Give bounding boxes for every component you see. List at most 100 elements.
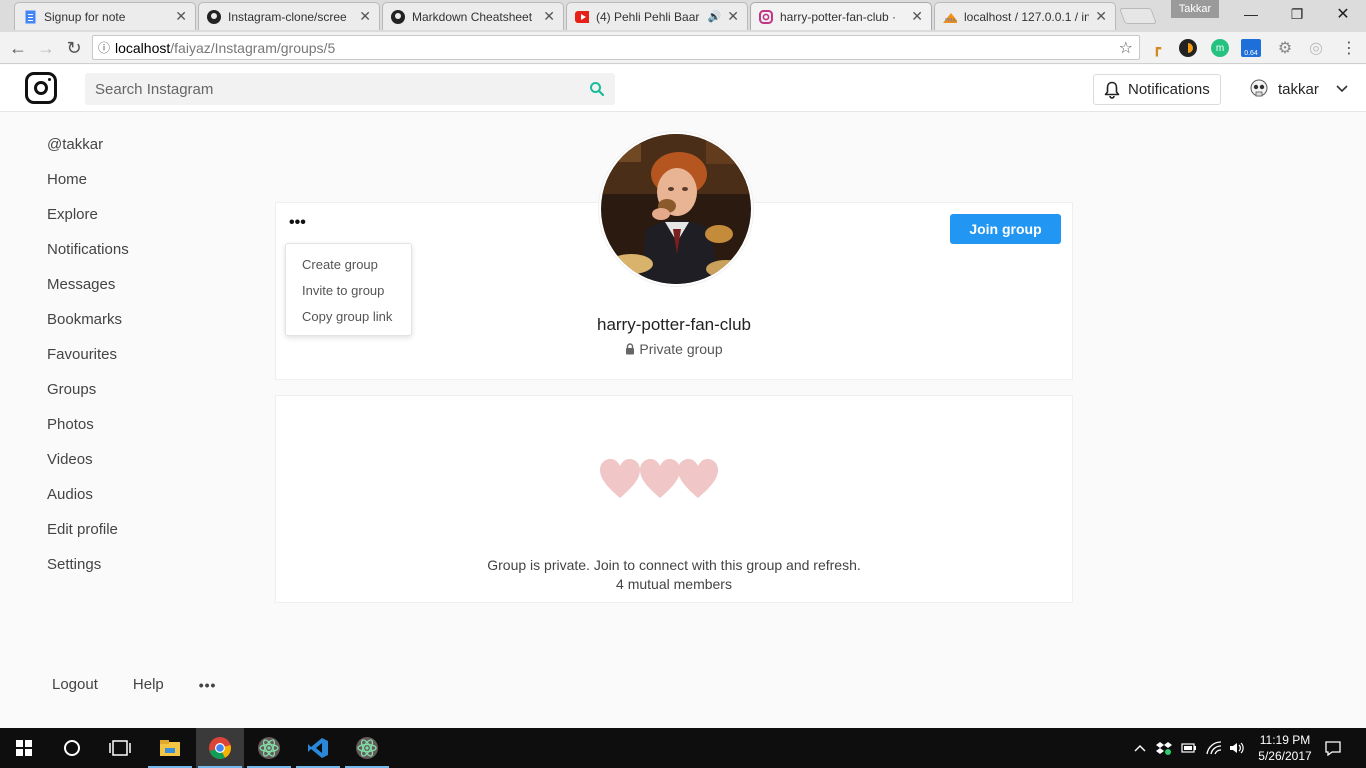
notifications-button[interactable]: Notifications: [1093, 74, 1221, 105]
chrome-icon[interactable]: [196, 728, 244, 768]
sidebar: @takkar Home Explore Notifications Messa…: [47, 135, 129, 590]
close-tab-icon[interactable]: ✕: [911, 8, 923, 25]
minimize-icon[interactable]: —: [1228, 0, 1274, 28]
mutual-members-count: 4 mutual members: [616, 576, 732, 592]
extension-circle-icon[interactable]: ◎: [1307, 39, 1325, 57]
battery-icon[interactable]: [1178, 728, 1200, 768]
sidebar-footer: Logout Help •••: [52, 676, 251, 693]
browser-tab-strip: Signup for note ✕ Instagram-clone/scree …: [0, 0, 1366, 32]
join-group-button[interactable]: Join group: [950, 214, 1061, 244]
browser-profile-button[interactable]: Takkar: [1171, 0, 1219, 18]
tab-title: Signup for note: [44, 9, 126, 24]
group-more-options-icon[interactable]: •••: [289, 215, 306, 231]
sidebar-item-favourites[interactable]: Favourites: [47, 345, 129, 380]
sidebar-item-videos[interactable]: Videos: [47, 450, 129, 485]
close-tab-icon[interactable]: ✕: [175, 8, 187, 25]
sidebar-item-edit-profile[interactable]: Edit profile: [47, 520, 129, 555]
bookmark-star-icon[interactable]: ☆: [1119, 38, 1133, 58]
github-icon: [207, 9, 221, 24]
search-icon[interactable]: [589, 81, 605, 97]
extension-m-icon[interactable]: m: [1211, 39, 1229, 57]
browser-tab[interactable]: (4) Pehli Pehli Baar M 🔊 ✕: [566, 2, 748, 30]
browser-tab[interactable]: PMA localhost / 127.0.0.1 / in ✕: [934, 2, 1116, 30]
file-explorer-icon[interactable]: [146, 728, 194, 768]
skull-avatar-icon: [1250, 79, 1268, 97]
close-tab-icon[interactable]: ✕: [1095, 8, 1107, 25]
tab-title: (4) Pehli Pehli Baar M: [596, 9, 702, 24]
vscode-icon[interactable]: [294, 728, 342, 768]
clock-date: 5/26/2017: [1258, 749, 1312, 763]
volume-icon[interactable]: [1226, 728, 1248, 768]
group-avatar: [598, 131, 754, 287]
group-privacy-label: Private group: [275, 341, 1073, 357]
search-box: [85, 73, 615, 105]
sidebar-item-profile[interactable]: @takkar: [47, 135, 129, 170]
private-group-text: Group is private. Join to connect with t…: [487, 557, 861, 573]
tray-chevron-up-icon[interactable]: [1130, 728, 1150, 768]
atom-icon[interactable]: [245, 728, 293, 768]
sidebar-item-groups[interactable]: Groups: [47, 380, 129, 415]
wifi-icon[interactable]: [1203, 728, 1225, 768]
more-options-icon[interactable]: •••: [199, 677, 217, 693]
help-link[interactable]: Help: [133, 676, 164, 693]
audio-playing-icon[interactable]: 🔊: [708, 10, 722, 23]
close-tab-icon[interactable]: ✕: [359, 8, 371, 25]
browser-tab-active[interactable]: harry-potter-fan-club · ✕: [750, 2, 932, 30]
windows-start-icon[interactable]: [0, 728, 48, 768]
github-icon: [391, 9, 405, 24]
hearts-icon: [600, 459, 718, 498]
privacy-text: Private group: [639, 341, 723, 357]
sidebar-item-audios[interactable]: Audios: [47, 485, 129, 520]
extension-dark-icon[interactable]: [1179, 39, 1197, 57]
menu-item-create-group[interactable]: Create group: [286, 252, 411, 278]
action-center-icon[interactable]: [1320, 728, 1346, 768]
tab-title: Instagram-clone/scree: [228, 9, 347, 24]
user-menu[interactable]: takkar: [1249, 77, 1349, 101]
close-window-icon[interactable]: ✕: [1320, 0, 1366, 28]
task-view-icon[interactable]: [96, 728, 144, 768]
reload-icon[interactable]: ↻: [62, 36, 86, 60]
bell-icon: [1104, 81, 1120, 99]
doc-icon: [23, 10, 37, 24]
browser-tab[interactable]: Markdown Cheatsheet ✕: [382, 2, 564, 30]
sidebar-item-explore[interactable]: Explore: [47, 205, 129, 240]
sidebar-item-photos[interactable]: Photos: [47, 415, 129, 450]
url-path: /faiyaz/Instagram/groups/5: [170, 39, 336, 56]
extension-badge: 0.64: [1244, 49, 1258, 57]
sidebar-item-settings[interactable]: Settings: [47, 555, 129, 590]
browser-tab[interactable]: Instagram-clone/scree ✕: [198, 2, 380, 30]
address-bar[interactable]: ⓘ localhost/faiyaz/Instagram/groups/5 ☆: [92, 35, 1140, 60]
sidebar-item-bookmarks[interactable]: Bookmarks: [47, 310, 129, 345]
extension-pin-icon[interactable]: ┏: [1148, 39, 1166, 57]
instagram-logo-icon[interactable]: [25, 72, 57, 104]
sidebar-item-home[interactable]: Home: [47, 170, 129, 205]
back-icon[interactable]: ←: [6, 36, 30, 60]
search-input[interactable]: [85, 73, 615, 105]
dropbox-icon[interactable]: [1153, 728, 1175, 768]
browser-toolbar: ← → ↻ ⓘ localhost/faiyaz/Instagram/group…: [0, 32, 1366, 64]
close-tab-icon[interactable]: ✕: [727, 8, 739, 25]
group-name: harry-potter-fan-club: [596, 315, 751, 334]
menu-item-invite-to-group[interactable]: Invite to group: [286, 278, 411, 304]
extension-speed-icon[interactable]: 0.64: [1241, 39, 1261, 57]
logout-link[interactable]: Logout: [52, 676, 98, 693]
sidebar-item-notifications[interactable]: Notifications: [47, 240, 129, 275]
system-clock[interactable]: 11:19 PM 5/26/2017: [1252, 732, 1318, 764]
forward-icon[interactable]: →: [34, 36, 58, 60]
cortana-icon[interactable]: [48, 728, 96, 768]
page-info-icon[interactable]: ⓘ: [93, 39, 115, 56]
restore-icon[interactable]: ❐: [1274, 0, 1320, 28]
browser-menu-icon[interactable]: ⋮: [1340, 39, 1358, 57]
atom-icon-2[interactable]: [343, 728, 391, 768]
tab-title: localhost / 127.0.0.1 / in: [964, 9, 1090, 24]
clock-time: 11:19 PM: [1259, 733, 1311, 747]
group-photo: [601, 134, 751, 284]
extension-gear-icon[interactable]: ⚙: [1276, 39, 1294, 57]
private-group-message: Group is private. Join to connect with t…: [275, 556, 1073, 594]
lock-icon: [626, 343, 635, 355]
sidebar-item-messages[interactable]: Messages: [47, 275, 129, 310]
browser-tab[interactable]: Signup for note ✕: [14, 2, 196, 30]
close-tab-icon[interactable]: ✕: [543, 8, 555, 25]
phpmyadmin-icon: PMA: [943, 10, 957, 24]
new-tab-button[interactable]: [1119, 8, 1157, 24]
